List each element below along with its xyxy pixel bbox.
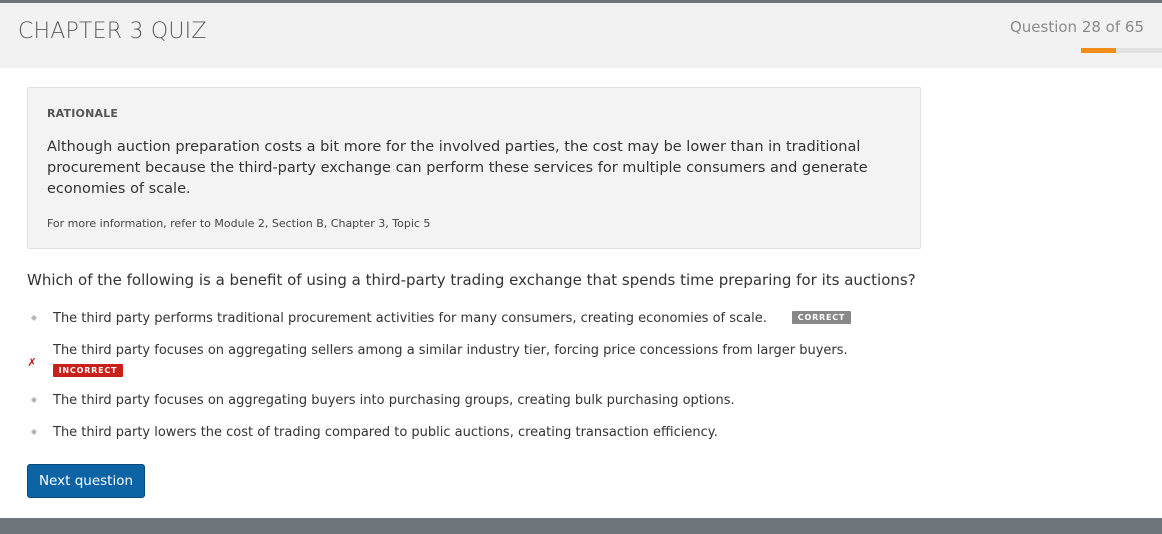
diamond-bullet-icon: ◆	[30, 313, 38, 322]
rationale-text: Although auction preparation costs a bit…	[47, 139, 868, 197]
x-mark-icon: ✗	[27, 356, 37, 369]
rationale-reference: For more information, refer to Module 2,…	[47, 217, 431, 230]
answer-option-label: The third party focuses on aggregating b…	[53, 393, 735, 408]
answer-option-label: The third party performs traditional pro…	[53, 311, 767, 326]
question-text: Which of the following is a benefit of u…	[27, 271, 916, 289]
rationale-heading: RATIONALE	[47, 107, 119, 120]
correct-badge: CORRECT	[792, 311, 851, 324]
answer-option-label: The third party focuses on aggregating s…	[53, 343, 848, 358]
footer-bar	[0, 518, 1162, 534]
diamond-bullet-icon: ◆	[30, 395, 38, 404]
progress-bar	[1081, 48, 1162, 53]
rationale-panel: RATIONALE Although auction preparation c…	[27, 87, 921, 249]
diamond-bullet-icon: ◆	[30, 427, 38, 436]
quiz-title: CHAPTER 3 QUIZ	[18, 19, 207, 44]
answer-option-label: The third party lowers the cost of tradi…	[53, 425, 718, 440]
question-counter: Question 28 of 65	[1009, 18, 1144, 36]
quiz-header: CHAPTER 3 QUIZ Question 28 of 65	[0, 3, 1162, 68]
incorrect-badge: INCORRECT	[53, 364, 123, 377]
next-question-button[interactable]: Next question	[27, 464, 145, 498]
progress-bar-fill	[1081, 48, 1116, 53]
